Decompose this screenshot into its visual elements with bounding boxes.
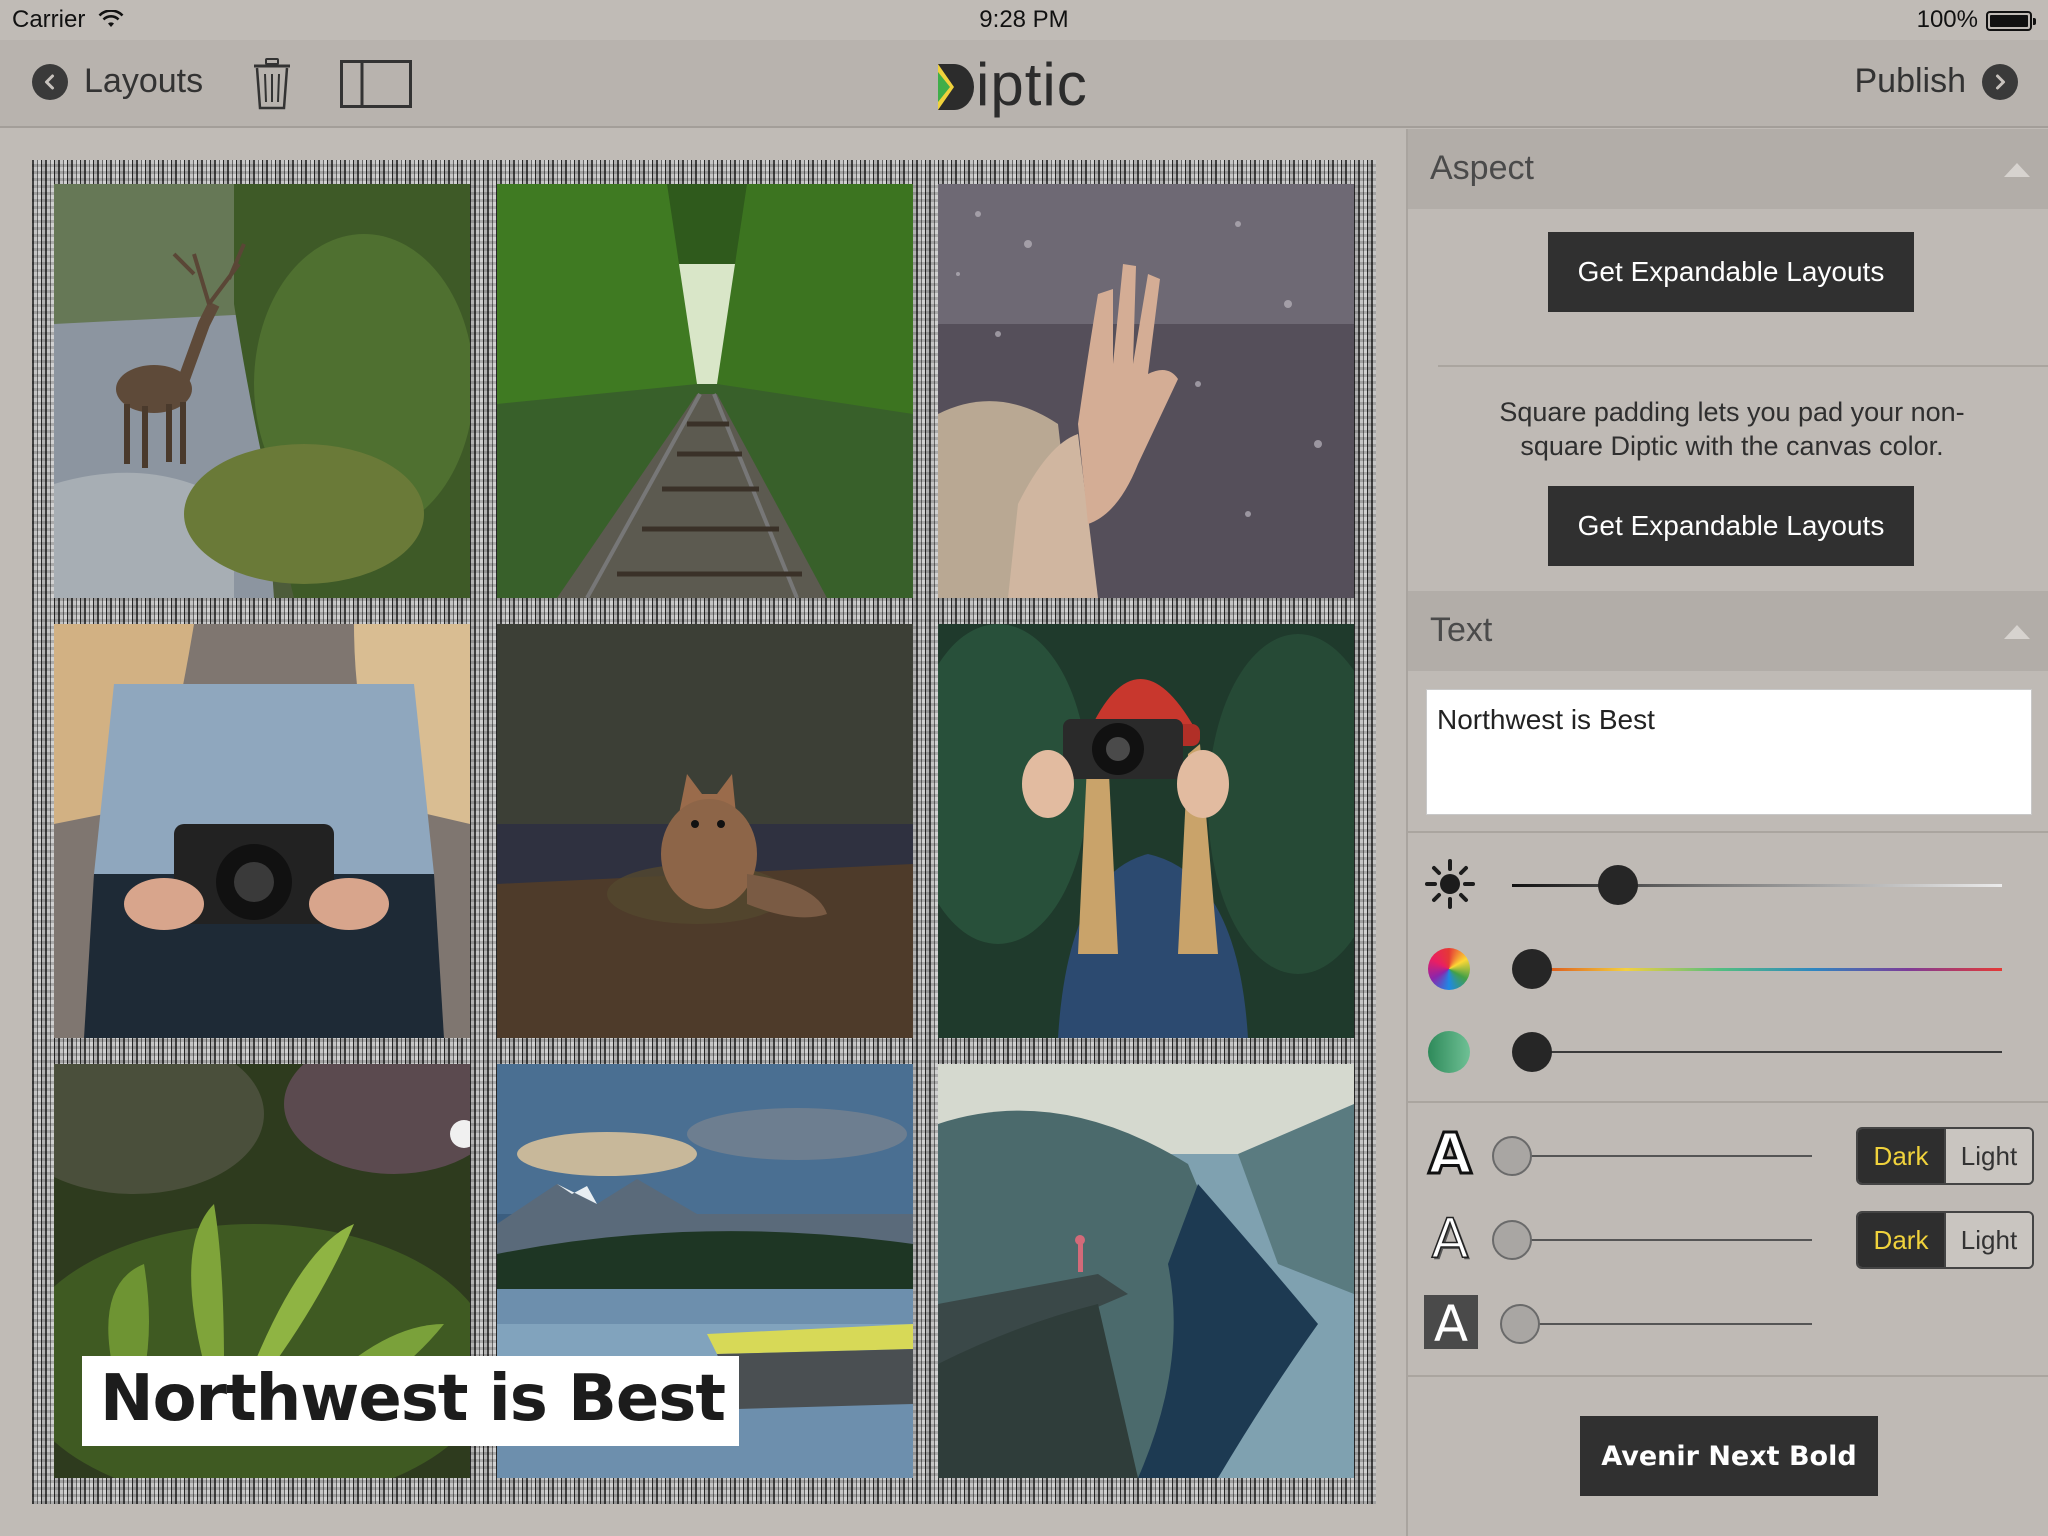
square-padding-description: Square padding lets you pad your non-squ… <box>1499 397 1965 461</box>
publish-label: Publish <box>1854 62 1966 100</box>
font-picker-button[interactable]: Avenir Next Bold <box>1580 1416 1878 1496</box>
brightness-icon <box>1425 859 1475 909</box>
overlay-text-input[interactable]: Northwest is Best <box>1426 689 2032 815</box>
trash-icon[interactable] <box>252 58 292 110</box>
chevron-up-icon <box>2004 625 2030 639</box>
railway-photo <box>497 184 913 598</box>
clock: 9:28 PM <box>979 6 1069 33</box>
app-title: iptic <box>976 50 1088 118</box>
fjord-photo <box>938 1064 1354 1478</box>
chevron-right-icon <box>1982 63 2018 100</box>
aspect-section-header[interactable]: Aspect <box>1408 129 2048 209</box>
photo-cell-fox[interactable] <box>497 624 913 1038</box>
shadow-light-option[interactable]: Light <box>1944 1213 2032 1267</box>
collage-overlay-text[interactable]: Northwest is Best <box>82 1356 739 1446</box>
navigation-bar: Layouts iptic Publish <box>0 40 2048 128</box>
text-section-title: Text <box>1430 611 1493 649</box>
collage-canvas[interactable]: Northwest is Best <box>32 160 1376 1504</box>
outline-slider-knob[interactable] <box>1492 1136 1532 1176</box>
divider <box>1438 365 2048 367</box>
photo-cell-camera-hands[interactable] <box>54 624 470 1038</box>
hue-slider-track[interactable] <box>1532 968 2002 971</box>
aspect-section-title: Aspect <box>1430 149 1534 187</box>
text-section-header[interactable]: Text <box>1408 591 2048 671</box>
settings-sidebar: Aspect Get Expandable Layouts Square pad… <box>1406 129 2048 1536</box>
shadow-dark-light-toggle: Dark Light <box>1856 1211 2034 1269</box>
battery-icon <box>1986 11 2036 31</box>
rainy-window-photo <box>938 184 1354 598</box>
brightness-slider-knob[interactable] <box>1598 865 1638 905</box>
split-view-icon[interactable] <box>340 60 412 108</box>
get-expandable-layouts-button-2[interactable]: Get Expandable Layouts <box>1548 486 1914 566</box>
divider <box>1408 831 2048 833</box>
text-outline-icon: A <box>1427 1121 1474 1181</box>
brightness-slider-track[interactable] <box>1512 884 2002 887</box>
get-expandable-layouts-button-1[interactable]: Get Expandable Layouts <box>1548 232 1914 312</box>
outline-slider-track[interactable] <box>1512 1155 1812 1157</box>
outline-dark-option[interactable]: Dark <box>1858 1129 1944 1183</box>
layouts-back-button[interactable]: Layouts <box>32 62 203 101</box>
text-shadow-icon: A A <box>1431 1206 1471 1265</box>
photo-cell-rainy-window[interactable] <box>938 184 1354 598</box>
svg-text:A: A <box>1434 1295 1468 1349</box>
red-beanie-photo <box>938 624 1354 1038</box>
photo-cell-deer[interactable] <box>54 184 470 598</box>
background-slider-knob[interactable] <box>1500 1304 1540 1344</box>
saturation-slider-knob[interactable] <box>1512 1032 1552 1072</box>
chevron-up-icon <box>2004 163 2030 177</box>
divider <box>1408 1375 2048 1377</box>
photo-cell-railway[interactable] <box>497 184 913 598</box>
background-slider-track[interactable] <box>1532 1323 1812 1325</box>
hue-slider-knob[interactable] <box>1512 949 1552 989</box>
text-background-icon: A <box>1424 1295 1478 1349</box>
diptic-logo: iptic <box>936 50 1116 122</box>
saturation-icon <box>1428 1031 1470 1073</box>
svg-text:A: A <box>1432 1207 1469 1265</box>
divider <box>1408 1101 2048 1103</box>
layouts-label: Layouts <box>84 62 204 100</box>
shadow-slider-track[interactable] <box>1512 1239 1812 1241</box>
fox-photo <box>497 624 913 1038</box>
diptic-logo-mark <box>938 64 974 110</box>
color-wheel-icon <box>1428 948 1470 990</box>
saturation-slider-track[interactable] <box>1532 1051 2002 1053</box>
outline-light-option[interactable]: Light <box>1944 1129 2032 1183</box>
battery-percent: 100% <box>1916 6 1978 33</box>
status-bar: Carrier 9:28 PM 100% <box>0 0 2048 40</box>
photo-cell-red-beanie[interactable] <box>938 624 1354 1038</box>
deer-photo <box>54 184 470 598</box>
svg-text:A: A <box>1428 1122 1472 1181</box>
photo-cell-fjord[interactable] <box>938 1064 1354 1478</box>
publish-button[interactable]: Publish <box>1854 62 2018 101</box>
shadow-slider-knob[interactable] <box>1492 1220 1532 1260</box>
chevron-left-icon <box>32 63 68 100</box>
outline-dark-light-toggle: Dark Light <box>1856 1127 2034 1185</box>
shadow-dark-option[interactable]: Dark <box>1858 1213 1944 1267</box>
camera-hands-photo <box>54 624 470 1038</box>
